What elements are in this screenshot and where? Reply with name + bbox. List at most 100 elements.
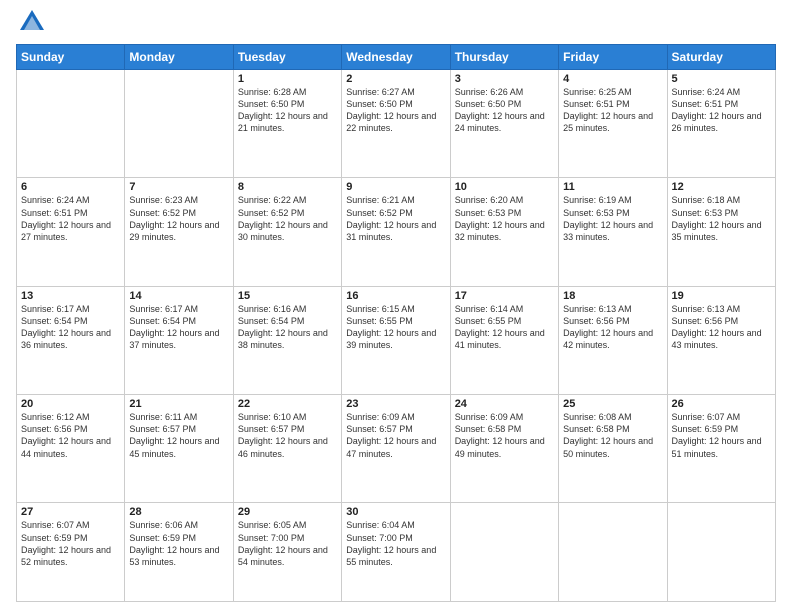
day-number: 19 — [672, 290, 771, 302]
day-info: Sunrise: 6:28 AM Sunset: 6:50 PM Dayligh… — [238, 86, 337, 135]
calendar-cell — [450, 503, 558, 602]
day-info: Sunrise: 6:10 AM Sunset: 6:57 PM Dayligh… — [238, 411, 337, 460]
day-info: Sunrise: 6:16 AM Sunset: 6:54 PM Dayligh… — [238, 303, 337, 352]
day-number: 7 — [129, 181, 228, 193]
calendar-cell: 28Sunrise: 6:06 AM Sunset: 6:59 PM Dayli… — [125, 503, 233, 602]
day-info: Sunrise: 6:12 AM Sunset: 6:56 PM Dayligh… — [21, 411, 120, 460]
day-number: 26 — [672, 398, 771, 410]
day-info: Sunrise: 6:07 AM Sunset: 6:59 PM Dayligh… — [21, 519, 120, 568]
day-number: 27 — [21, 506, 120, 518]
calendar-week-row: 27Sunrise: 6:07 AM Sunset: 6:59 PM Dayli… — [17, 503, 776, 602]
calendar-week-row: 6Sunrise: 6:24 AM Sunset: 6:51 PM Daylig… — [17, 178, 776, 286]
calendar-cell — [559, 503, 667, 602]
calendar-cell — [17, 70, 125, 178]
day-number: 6 — [21, 181, 120, 193]
day-number: 16 — [346, 290, 445, 302]
day-info: Sunrise: 6:17 AM Sunset: 6:54 PM Dayligh… — [21, 303, 120, 352]
header — [16, 12, 776, 36]
day-number: 22 — [238, 398, 337, 410]
logo-icon — [18, 8, 46, 36]
day-info: Sunrise: 6:25 AM Sunset: 6:51 PM Dayligh… — [563, 86, 662, 135]
calendar-cell: 13Sunrise: 6:17 AM Sunset: 6:54 PM Dayli… — [17, 286, 125, 394]
day-number: 28 — [129, 506, 228, 518]
day-info: Sunrise: 6:13 AM Sunset: 6:56 PM Dayligh… — [672, 303, 771, 352]
calendar-week-row: 13Sunrise: 6:17 AM Sunset: 6:54 PM Dayli… — [17, 286, 776, 394]
weekday-header: Wednesday — [342, 45, 450, 70]
calendar-cell: 21Sunrise: 6:11 AM Sunset: 6:57 PM Dayli… — [125, 395, 233, 503]
day-info: Sunrise: 6:24 AM Sunset: 6:51 PM Dayligh… — [672, 86, 771, 135]
day-number: 1 — [238, 73, 337, 85]
calendar-cell: 20Sunrise: 6:12 AM Sunset: 6:56 PM Dayli… — [17, 395, 125, 503]
day-info: Sunrise: 6:08 AM Sunset: 6:58 PM Dayligh… — [563, 411, 662, 460]
day-info: Sunrise: 6:22 AM Sunset: 6:52 PM Dayligh… — [238, 194, 337, 243]
calendar-cell — [667, 503, 775, 602]
calendar-cell: 19Sunrise: 6:13 AM Sunset: 6:56 PM Dayli… — [667, 286, 775, 394]
day-info: Sunrise: 6:26 AM Sunset: 6:50 PM Dayligh… — [455, 86, 554, 135]
day-number: 18 — [563, 290, 662, 302]
calendar-cell: 3Sunrise: 6:26 AM Sunset: 6:50 PM Daylig… — [450, 70, 558, 178]
calendar-cell: 9Sunrise: 6:21 AM Sunset: 6:52 PM Daylig… — [342, 178, 450, 286]
day-info: Sunrise: 6:27 AM Sunset: 6:50 PM Dayligh… — [346, 86, 445, 135]
day-info: Sunrise: 6:20 AM Sunset: 6:53 PM Dayligh… — [455, 194, 554, 243]
calendar-cell: 30Sunrise: 6:04 AM Sunset: 7:00 PM Dayli… — [342, 503, 450, 602]
page: SundayMondayTuesdayWednesdayThursdayFrid… — [0, 0, 792, 612]
calendar-cell: 12Sunrise: 6:18 AM Sunset: 6:53 PM Dayli… — [667, 178, 775, 286]
calendar-cell: 25Sunrise: 6:08 AM Sunset: 6:58 PM Dayli… — [559, 395, 667, 503]
day-info: Sunrise: 6:06 AM Sunset: 6:59 PM Dayligh… — [129, 519, 228, 568]
day-number: 12 — [672, 181, 771, 193]
day-number: 20 — [21, 398, 120, 410]
weekday-header: Thursday — [450, 45, 558, 70]
day-info: Sunrise: 6:04 AM Sunset: 7:00 PM Dayligh… — [346, 519, 445, 568]
calendar-cell: 2Sunrise: 6:27 AM Sunset: 6:50 PM Daylig… — [342, 70, 450, 178]
day-info: Sunrise: 6:23 AM Sunset: 6:52 PM Dayligh… — [129, 194, 228, 243]
calendar-cell: 17Sunrise: 6:14 AM Sunset: 6:55 PM Dayli… — [450, 286, 558, 394]
day-info: Sunrise: 6:15 AM Sunset: 6:55 PM Dayligh… — [346, 303, 445, 352]
calendar-week-row: 1Sunrise: 6:28 AM Sunset: 6:50 PM Daylig… — [17, 70, 776, 178]
day-number: 5 — [672, 73, 771, 85]
weekday-header: Monday — [125, 45, 233, 70]
day-number: 3 — [455, 73, 554, 85]
day-number: 17 — [455, 290, 554, 302]
day-number: 8 — [238, 181, 337, 193]
weekday-header: Sunday — [17, 45, 125, 70]
day-number: 9 — [346, 181, 445, 193]
day-info: Sunrise: 6:13 AM Sunset: 6:56 PM Dayligh… — [563, 303, 662, 352]
calendar-cell — [125, 70, 233, 178]
calendar-cell: 16Sunrise: 6:15 AM Sunset: 6:55 PM Dayli… — [342, 286, 450, 394]
day-info: Sunrise: 6:09 AM Sunset: 6:58 PM Dayligh… — [455, 411, 554, 460]
calendar-cell: 8Sunrise: 6:22 AM Sunset: 6:52 PM Daylig… — [233, 178, 341, 286]
day-number: 11 — [563, 181, 662, 193]
weekday-header: Saturday — [667, 45, 775, 70]
day-number: 23 — [346, 398, 445, 410]
day-number: 25 — [563, 398, 662, 410]
day-info: Sunrise: 6:11 AM Sunset: 6:57 PM Dayligh… — [129, 411, 228, 460]
calendar-cell: 26Sunrise: 6:07 AM Sunset: 6:59 PM Dayli… — [667, 395, 775, 503]
calendar-table: SundayMondayTuesdayWednesdayThursdayFrid… — [16, 44, 776, 602]
day-info: Sunrise: 6:18 AM Sunset: 6:53 PM Dayligh… — [672, 194, 771, 243]
day-info: Sunrise: 6:09 AM Sunset: 6:57 PM Dayligh… — [346, 411, 445, 460]
calendar-cell: 27Sunrise: 6:07 AM Sunset: 6:59 PM Dayli… — [17, 503, 125, 602]
day-info: Sunrise: 6:21 AM Sunset: 6:52 PM Dayligh… — [346, 194, 445, 243]
day-number: 4 — [563, 73, 662, 85]
day-number: 14 — [129, 290, 228, 302]
calendar-cell: 15Sunrise: 6:16 AM Sunset: 6:54 PM Dayli… — [233, 286, 341, 394]
day-info: Sunrise: 6:05 AM Sunset: 7:00 PM Dayligh… — [238, 519, 337, 568]
calendar-cell: 1Sunrise: 6:28 AM Sunset: 6:50 PM Daylig… — [233, 70, 341, 178]
day-info: Sunrise: 6:19 AM Sunset: 6:53 PM Dayligh… — [563, 194, 662, 243]
day-number: 29 — [238, 506, 337, 518]
calendar-cell: 29Sunrise: 6:05 AM Sunset: 7:00 PM Dayli… — [233, 503, 341, 602]
day-info: Sunrise: 6:17 AM Sunset: 6:54 PM Dayligh… — [129, 303, 228, 352]
calendar-cell: 7Sunrise: 6:23 AM Sunset: 6:52 PM Daylig… — [125, 178, 233, 286]
day-number: 24 — [455, 398, 554, 410]
calendar-week-row: 20Sunrise: 6:12 AM Sunset: 6:56 PM Dayli… — [17, 395, 776, 503]
calendar-cell: 11Sunrise: 6:19 AM Sunset: 6:53 PM Dayli… — [559, 178, 667, 286]
calendar-cell: 18Sunrise: 6:13 AM Sunset: 6:56 PM Dayli… — [559, 286, 667, 394]
calendar-cell: 14Sunrise: 6:17 AM Sunset: 6:54 PM Dayli… — [125, 286, 233, 394]
weekday-header: Tuesday — [233, 45, 341, 70]
day-info: Sunrise: 6:07 AM Sunset: 6:59 PM Dayligh… — [672, 411, 771, 460]
calendar-cell: 24Sunrise: 6:09 AM Sunset: 6:58 PM Dayli… — [450, 395, 558, 503]
day-number: 15 — [238, 290, 337, 302]
weekday-header-row: SundayMondayTuesdayWednesdayThursdayFrid… — [17, 45, 776, 70]
day-number: 30 — [346, 506, 445, 518]
day-number: 21 — [129, 398, 228, 410]
